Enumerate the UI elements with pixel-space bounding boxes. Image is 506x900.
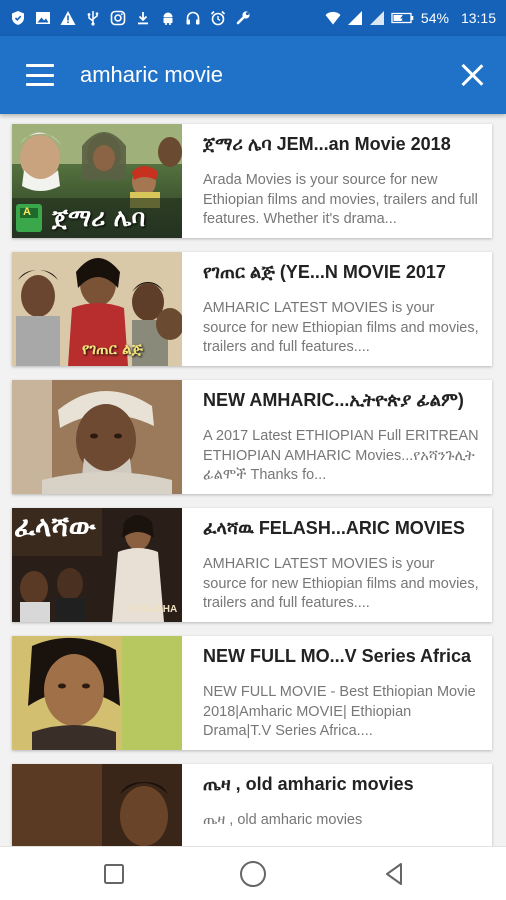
video-thumbnail[interactable]: [12, 636, 182, 750]
thumbnail-caption: ጀማሪ ሌባ: [52, 204, 146, 232]
thumbnail-caption: ፈላሻው: [14, 510, 96, 543]
battery-icon: [391, 10, 415, 26]
result-card[interactable]: A ጀማሪ ሌባ ጀማሪ ሌባ JEM...an Movie 2018 Arad…: [12, 124, 492, 238]
result-description: Arada Movies is your source for new Ethi…: [203, 172, 478, 227]
thumbnail-subcaption: FELASHA: [130, 604, 178, 615]
status-bar: 54% 13:15: [0, 0, 506, 36]
clock: 13:15: [460, 10, 496, 26]
home-button[interactable]: [223, 847, 283, 900]
thumbnail-badge: A: [23, 206, 31, 218]
headphones-icon: [185, 10, 201, 26]
system-indicators: 54% 13:15: [325, 10, 496, 26]
recent-apps-icon: [104, 864, 124, 884]
result-text: NEW FULL MO...V Series Africa NEW FULL M…: [182, 636, 492, 750]
result-description: AMHARIC LATEST MOVIES is your source for…: [203, 556, 479, 611]
video-thumbnail[interactable]: የገጠር ልጅ: [12, 252, 182, 366]
result-description: ጤዛ , old amharic movies: [203, 812, 363, 828]
video-thumbnail[interactable]: [12, 380, 182, 494]
result-title: NEW AMHARIC...ኢትዮጵያ ፊልም): [203, 390, 464, 410]
video-thumbnail[interactable]: ፈላሻው FELASHA: [12, 508, 182, 622]
result-card[interactable]: NEW AMHARIC...ኢትዮጵያ ፊልም) A 2017 Latest E…: [12, 380, 492, 494]
signal-icon: [369, 10, 385, 26]
result-text: የገጠር ልጅ (YE...N MOVIE 2017 AMHARIC LATES…: [182, 252, 492, 366]
usb-icon: [85, 10, 101, 26]
notification-icons: [10, 10, 325, 26]
android-icon: [160, 10, 176, 26]
result-title: ጀማሪ ሌባ JEM...an Movie 2018: [203, 134, 451, 154]
menu-icon[interactable]: [26, 64, 54, 86]
alarm-icon: [210, 10, 226, 26]
result-description: AMHARIC LATEST MOVIES is your source for…: [203, 300, 479, 355]
result-card[interactable]: ፈላሻው FELASHA ፈላሻዉ FELASH...ARIC MOVIES A…: [12, 508, 492, 622]
battery-percent: 54%: [420, 10, 449, 26]
wrench-icon: [235, 10, 251, 26]
back-icon: [386, 863, 402, 885]
result-text: ፈላሻዉ FELASH...ARIC MOVIES AMHARIC LATEST…: [182, 508, 492, 622]
results-list: A ጀማሪ ሌባ ጀማሪ ሌባ JEM...an Movie 2018 Arad…: [0, 114, 506, 846]
instagram-icon: [110, 10, 126, 26]
video-thumbnail[interactable]: [12, 764, 182, 846]
result-description: A 2017 Latest ETHIOPIAN Full ERITREAN ET…: [203, 428, 479, 483]
result-text: ጀማሪ ሌባ JEM...an Movie 2018 Arada Movies …: [182, 124, 492, 238]
home-icon: [240, 861, 266, 887]
system-nav-bar: [0, 846, 506, 900]
back-button[interactable]: [364, 847, 424, 900]
close-icon[interactable]: [460, 63, 484, 87]
result-title: የገጠር ልጅ (YE...N MOVIE 2017: [203, 262, 446, 282]
download-icon: [135, 10, 151, 26]
video-thumbnail[interactable]: A ጀማሪ ሌባ: [12, 124, 182, 238]
shield-icon: [10, 10, 26, 26]
result-card[interactable]: የገጠር ልጅ የገጠር ልጅ (YE...N MOVIE 2017 AMHAR…: [12, 252, 492, 366]
warning-icon: [60, 10, 76, 26]
result-title: ፈላሻዉ FELASH...ARIC MOVIES: [203, 518, 465, 538]
app-bar: amharic movie: [0, 36, 506, 114]
thumbnail-caption: የገጠር ልጅ: [82, 340, 143, 358]
result-card[interactable]: ጤዛ , old amharic movies ጤዛ , old amharic…: [12, 764, 492, 846]
search-query-text[interactable]: amharic movie: [80, 62, 460, 88]
result-title: ጤዛ , old amharic movies: [203, 774, 414, 794]
result-card[interactable]: NEW FULL MO...V Series Africa NEW FULL M…: [12, 636, 492, 750]
result-title: NEW FULL MO...V Series Africa: [203, 646, 472, 666]
result-description: NEW FULL MOVIE - Best Ethiopian Movie 20…: [203, 684, 476, 739]
wifi-icon: [325, 10, 341, 26]
result-text: NEW AMHARIC...ኢትዮጵያ ፊልም) A 2017 Latest E…: [182, 380, 492, 494]
signal-icon: [347, 10, 363, 26]
image-icon: [35, 10, 51, 26]
recent-apps-button[interactable]: [84, 847, 144, 900]
result-text: ጤዛ , old amharic movies ጤዛ , old amharic…: [182, 764, 492, 846]
